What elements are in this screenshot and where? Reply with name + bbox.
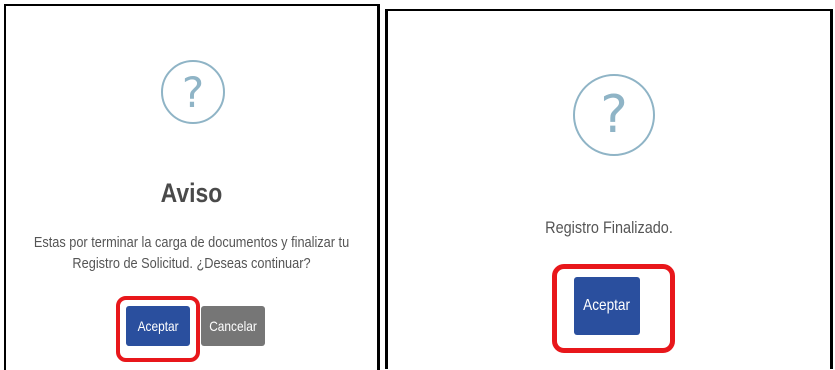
cancel-button[interactable]: Cancelar: [201, 306, 265, 346]
dialog-title: Aviso: [160, 178, 223, 208]
accept-button[interactable]: Aceptar: [126, 306, 190, 346]
accept-button[interactable]: Aceptar: [574, 277, 640, 335]
confirm-dialog: ? Aviso Estas por terminar la carga de d…: [4, 4, 380, 370]
dialog-message: Registro Finalizado.: [388, 217, 830, 238]
dialog-message-line: Registro de Solicitud. ¿Deseas continuar…: [72, 255, 311, 272]
dialog-message-line: Registro Finalizado.: [545, 218, 673, 237]
success-dialog: ? Registro Finalizado. Aceptar: [385, 9, 833, 369]
accept-button-label: Aceptar: [583, 297, 631, 314]
cancel-button-label: Cancelar: [209, 318, 257, 334]
question-mark-icon: ?: [573, 74, 655, 156]
dialog-message-line: Estas por terminar la carga de documento…: [33, 234, 350, 251]
accept-button-label: Aceptar: [137, 318, 179, 334]
question-mark-icon: ?: [161, 60, 225, 124]
dialog-message: Estas por terminar la carga de documento…: [6, 232, 377, 274]
